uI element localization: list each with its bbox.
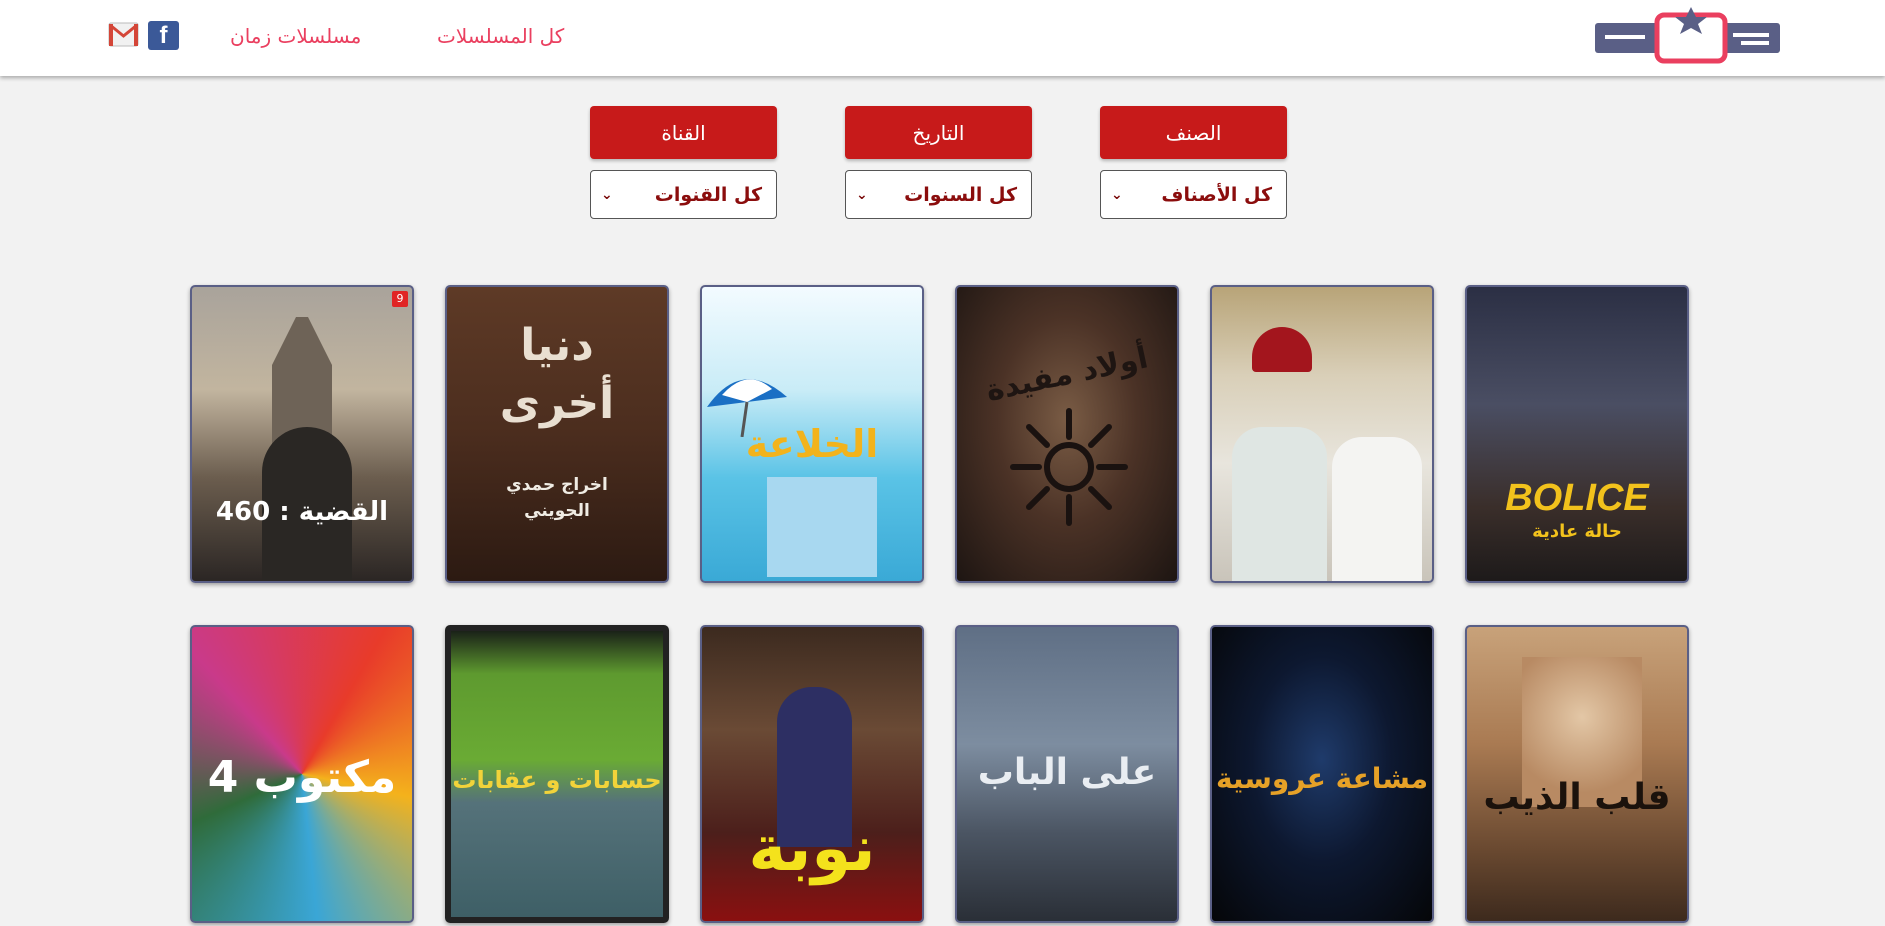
genre-filter-label[interactable]: الصنف <box>1100 106 1287 159</box>
channel-select[interactable]: ⌄ كل القنوات <box>590 170 777 219</box>
poster-subtitle: حالة عادية <box>1532 521 1622 542</box>
poster-title: دنيا أخرى <box>499 320 615 429</box>
genre-select-value: كل الأصناف <box>1161 183 1272 206</box>
sun-tattoo-icon <box>1010 408 1128 526</box>
poster-nouba[interactable]: نوبة <box>700 625 924 923</box>
poster-mechaa-arousia[interactable]: مشاعة عروسية <box>1210 625 1434 923</box>
poster-title: BOLICE <box>1505 477 1649 519</box>
poster-hissabet-w-3qabet[interactable]: حسابات و عقابات <box>445 625 669 923</box>
poster-title: مكتوب 4 <box>207 752 397 803</box>
poster-bolice[interactable]: BOLICE حالة عادية <box>1465 285 1689 583</box>
poster-title: مشاعة عروسية <box>1215 762 1429 795</box>
poster-awlad-moufida[interactable]: أولاد مفيدة <box>955 285 1179 583</box>
date-select[interactable]: ⌄ كل السنوات <box>845 170 1032 219</box>
poster-title: قلب الذيب <box>1483 777 1671 818</box>
gmail-icon[interactable] <box>108 21 139 48</box>
dress-shape <box>1332 437 1422 581</box>
pattern-block <box>767 477 877 577</box>
poster-title: أولاد مفيدة <box>982 340 1152 409</box>
fez-shape <box>1252 327 1312 372</box>
nav-all-series[interactable]: كل المسلسلات <box>437 24 564 48</box>
poster-title: القضية : 460 <box>215 497 389 527</box>
poster-wedding[interactable] <box>1210 285 1434 583</box>
poster-khalaa[interactable]: الخلاعة <box>700 285 924 583</box>
nav-old-series[interactable]: مسلسلات زمان <box>230 24 361 48</box>
date-select-value: كل السنوات <box>904 183 1017 206</box>
top-header: f مسلسلات زمان كل المسلسلات <box>0 0 1885 76</box>
poster-maktoub-4[interactable]: مكتوب 4 <box>190 625 414 923</box>
channel-select-value: كل القنوات <box>654 183 762 206</box>
poster-title: حسابات و عقابات <box>452 766 662 794</box>
channel-filter-label[interactable]: القناة <box>590 106 777 159</box>
poster-ala-el-bab[interactable]: على الباب <box>955 625 1179 923</box>
site-logo[interactable] <box>1593 7 1782 65</box>
chevron-down-icon: ⌄ <box>856 186 868 203</box>
chevron-down-icon: ⌄ <box>601 186 613 203</box>
genre-select[interactable]: ⌄ كل الأصناف <box>1100 170 1287 219</box>
poster-title: الخلاعة <box>745 422 879 466</box>
channel-badge: 9 <box>392 291 408 307</box>
poster-donia-okhra[interactable]: دنيا أخرى اخراج حمدي الجويني <box>445 285 669 583</box>
facebook-icon[interactable]: f <box>148 21 179 50</box>
poster-qadhia-460[interactable]: 9 القضية : 460 <box>190 285 414 583</box>
poster-subtitle: اخراج حمدي الجويني <box>506 475 608 521</box>
poster-title: على الباب <box>977 752 1157 793</box>
chevron-down-icon: ⌄ <box>1111 186 1123 203</box>
poster-qalb-edhib[interactable]: قلب الذيب <box>1465 625 1689 923</box>
robe-shape <box>1232 427 1327 581</box>
poster-title: نوبة <box>748 812 876 886</box>
date-filter-label[interactable]: التاريخ <box>845 106 1032 159</box>
